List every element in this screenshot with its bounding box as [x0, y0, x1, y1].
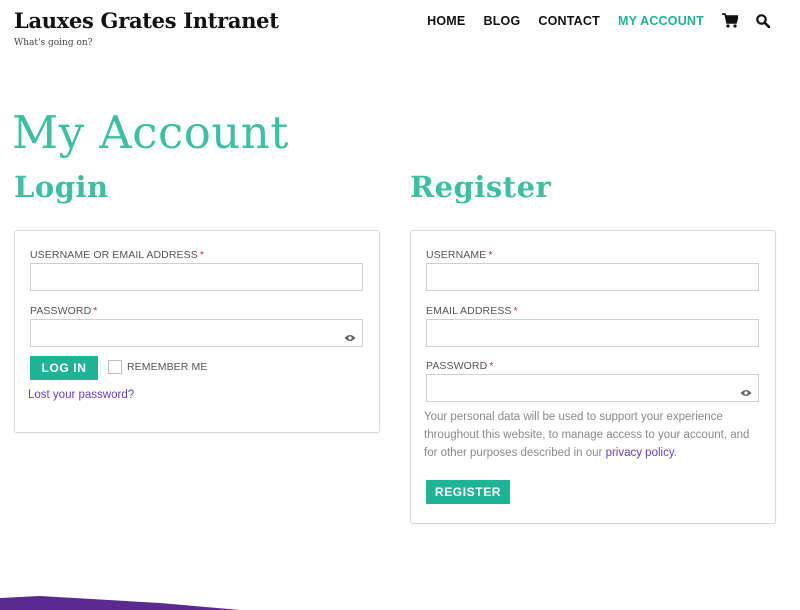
- login-username-label: USERNAME OR EMAIL ADDRESS *: [30, 249, 204, 261]
- login-username-input[interactable]: [30, 263, 363, 291]
- register-password-input[interactable]: [426, 374, 759, 402]
- remember-me-checkbox[interactable]: [108, 360, 122, 374]
- log-in-button[interactable]: LOG IN: [30, 356, 98, 380]
- nav-blog[interactable]: BLOG: [483, 14, 520, 28]
- register-email-label: EMAIL ADDRESS *: [426, 305, 518, 317]
- site-tagline: What's going on?: [14, 38, 93, 48]
- register-heading: Register: [410, 170, 552, 204]
- required-mark: *: [513, 305, 518, 317]
- privacy-notice: Your personal data will be used to suppo…: [424, 408, 764, 462]
- login-username-label-text: USERNAME OR EMAIL ADDRESS: [30, 249, 198, 261]
- required-mark: *: [488, 249, 493, 261]
- register-password-label-text: PASSWORD: [426, 360, 488, 372]
- remember-me-label[interactable]: REMEMBER ME: [127, 361, 207, 373]
- nav-home[interactable]: HOME: [427, 14, 465, 28]
- footer-decorative-stripe: [0, 596, 240, 610]
- login-password-label: PASSWORD *: [30, 305, 97, 317]
- site-title[interactable]: Lauxes Grates Intranet: [14, 8, 279, 33]
- nav-contact[interactable]: CONTACT: [538, 14, 600, 28]
- register-password-label: PASSWORD *: [426, 360, 493, 372]
- show-password-eye-icon[interactable]: [344, 329, 356, 347]
- login-password-label-text: PASSWORD: [30, 305, 92, 317]
- search-icon[interactable]: [756, 13, 770, 28]
- privacy-notice-text: Your personal data will be used to suppo…: [424, 411, 750, 459]
- register-username-label: USERNAME *: [426, 249, 493, 261]
- register-email-label-text: EMAIL ADDRESS: [426, 305, 512, 317]
- privacy-policy-link[interactable]: privacy policy: [606, 447, 674, 459]
- login-password-input[interactable]: [30, 319, 363, 347]
- show-password-eye-icon[interactable]: [740, 384, 752, 402]
- register-username-label-text: USERNAME: [426, 249, 487, 261]
- required-mark: *: [489, 360, 494, 372]
- register-button[interactable]: REGISTER: [426, 480, 510, 504]
- page-title: My Account: [12, 106, 289, 159]
- register-email-input[interactable]: [426, 319, 759, 347]
- required-mark: *: [199, 249, 205, 261]
- lost-password-link[interactable]: Lost your password?: [28, 389, 134, 401]
- required-mark: *: [93, 305, 98, 317]
- main-nav: HOME BLOG CONTACT MY ACCOUNT: [409, 13, 770, 28]
- cart-icon[interactable]: [722, 13, 738, 28]
- register-username-input[interactable]: [426, 263, 759, 291]
- nav-my-account[interactable]: MY ACCOUNT: [618, 14, 704, 28]
- privacy-notice-end: .: [673, 447, 677, 459]
- login-heading: Login: [14, 170, 109, 204]
